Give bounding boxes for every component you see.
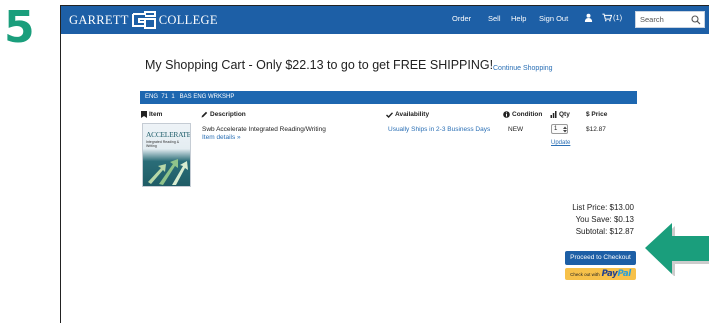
search-box [635,11,705,28]
search-input[interactable] [636,12,688,27]
item-condition: NEW [508,126,524,133]
quantity-select[interactable]: 1 [551,124,568,134]
item-price: $12.87 [586,126,606,133]
stepper-arrows-icon [563,126,567,132]
subtotal: Subtotal: $12.87 [575,227,634,236]
logo-text-right: COLLEGE [158,12,218,27]
cart-button[interactable]: (1) [602,13,622,22]
paypal-prefix: Check out with [570,271,600,277]
site-logo[interactable]: GARRETT COLLEGE [69,11,218,29]
paypal-logo: PayPal [601,269,632,279]
pointer-arrow-icon [645,223,709,276]
site-header: GARRETT COLLEGE Order Sell Help Sign Out… [61,6,709,34]
user-icon[interactable] [584,13,593,24]
nav-sell[interactable]: Sell [488,14,501,23]
column-header-availability: Availability [386,111,429,118]
logo-text-left: GARRETT [69,12,129,27]
continue-shopping-link[interactable]: Continue Shopping [493,65,553,72]
paypal-checkout-button[interactable]: Check out with PayPal [565,268,636,280]
list-price: List Price: $13.00 [572,203,634,212]
order-totals: List Price: $13.00 You Save: $0.13 Subto… [572,202,634,238]
info-icon [503,111,510,118]
nav-help[interactable]: Help [511,14,526,23]
column-header-description: Description [201,111,246,118]
cart-icon [602,13,612,22]
column-header-condition: Condition [503,111,542,118]
book-cover-arrows-icon [148,159,188,185]
gc-logo-icon [131,11,157,29]
column-header-price: $ Price [586,111,608,118]
bookmark-icon [141,111,147,118]
page-title: My Shopping Cart - Only $22.13 to go to … [145,58,494,72]
course-header-bar: ENG 71 1 BAS ENG WRKSHP [140,91,637,104]
book-cover-subtitle: Integrated Reading & Writing [146,140,180,148]
book-cover-image[interactable]: ACCELERATE: Integrated Reading & Writing [142,123,191,187]
tutorial-screenshot: 5 GARRETT COLLEGE Order Sell Help Sign O… [0,0,709,323]
you-save: You Save: $0.13 [575,215,634,224]
proceed-to-checkout-button[interactable]: Proceed to Checkout [565,251,636,265]
pencil-icon [201,111,208,118]
nav-order[interactable]: Order [452,14,471,23]
nav-sign-out[interactable]: Sign Out [539,14,568,23]
bar-chart-icon [550,111,557,118]
cart-count: (1) [613,13,623,22]
column-header-item: Item [141,111,162,118]
quantity-value: 1 [554,126,558,132]
item-details-link[interactable]: Item details » [202,134,241,141]
browser-frame: GARRETT COLLEGE Order Sell Help Sign Out… [60,5,709,323]
checkmark-icon [386,111,393,118]
search-icon[interactable] [691,15,701,25]
update-link[interactable]: Update [551,140,570,146]
item-availability[interactable]: Usually Ships in 2-3 Business Days [388,126,490,133]
column-header-qty: Qty [550,111,570,118]
step-number: 5 [4,2,35,53]
book-cover-title: ACCELERATE: [146,130,191,139]
item-title: Swb Accelerate Integrated Reading/Writin… [202,126,326,133]
